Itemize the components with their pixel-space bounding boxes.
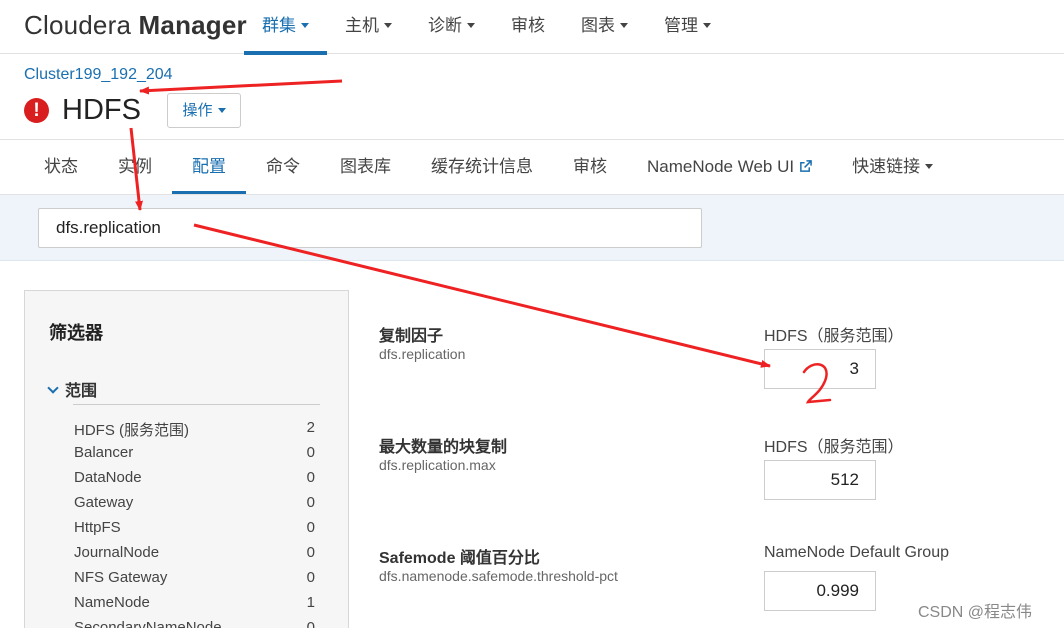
setting-key: dfs.replication xyxy=(379,346,466,362)
tab-quick-links[interactable]: 快速链接 xyxy=(832,140,953,194)
service-tabs: 状态 实例 配置 命令 图表库 缓存统计信息 审核 NameNode Web U… xyxy=(0,139,1064,195)
actions-dropdown-button[interactable]: 操作 xyxy=(167,93,241,128)
nav-diagnostics[interactable]: 诊断 xyxy=(410,0,493,54)
setting-scope: NameNode Default Group xyxy=(764,544,949,561)
scope-filter-nfs-gateway[interactable]: NFS Gateway 0 xyxy=(74,569,315,594)
tab-instances[interactable]: 实例 xyxy=(98,140,172,194)
tab-cache-statistics[interactable]: 缓存统计信息 xyxy=(411,140,553,194)
filters-title: 筛选器 xyxy=(49,323,103,343)
setting-label: Safemode 阈值百分比 xyxy=(379,550,540,567)
setting-dfs-replication: 复制因子 dfs.replication HDFS（服务范围） 3 xyxy=(379,318,1039,418)
cluster-breadcrumb-link[interactable]: Cluster199_192_204 xyxy=(24,66,173,84)
service-name: HDFS xyxy=(62,93,141,126)
search-band: dfs.replication xyxy=(0,195,1064,261)
scope-filter-httpfs[interactable]: HttpFS 0 xyxy=(74,519,315,544)
scope-filter-datanode[interactable]: DataNode 0 xyxy=(74,469,315,494)
filters-panel: 筛选器 范围 HDFS (服务范围) 2 Balancer 0 DataNode 0 … xyxy=(24,290,349,628)
nav-hosts[interactable]: 主机 xyxy=(327,0,410,54)
caret-down-icon xyxy=(384,23,392,29)
setting-label: 最大数量的块复制 xyxy=(379,439,508,456)
tab-status[interactable]: 状态 xyxy=(24,140,98,194)
max-block-replication-input[interactable]: 512 xyxy=(764,460,876,500)
scope-filter-journalnode[interactable]: JournalNode 0 xyxy=(74,544,315,569)
main-nav: 群集 主机 诊断 审核 图表 管理 xyxy=(244,0,729,55)
tab-commands[interactable]: 命令 xyxy=(246,140,320,194)
scope-filter-secondarynamenode[interactable]: SecondaryNameNode 0 xyxy=(74,619,315,628)
setting-label: 复制因子 xyxy=(379,328,444,345)
service-title: ! HDFS xyxy=(24,92,141,128)
scope-filter-gateway[interactable]: Gateway 0 xyxy=(74,494,315,519)
tab-namenode-web-ui[interactable]: NameNode Web UI xyxy=(627,140,832,194)
setting-scope: HDFS（服务范围） xyxy=(764,328,904,345)
replication-factor-input[interactable]: 3 xyxy=(764,349,876,389)
setting-dfs-replication-max: 最大数量的块复制 dfs.replication.max HDFS（服务范围） … xyxy=(379,429,1039,529)
cloudera-manager-logo[interactable]: Cloudera Manager xyxy=(24,10,247,41)
caret-down-icon xyxy=(703,23,711,29)
external-link-icon xyxy=(800,160,812,172)
caret-down-icon xyxy=(217,107,226,113)
tab-configuration[interactable]: 配置 xyxy=(172,140,246,194)
config-search-input[interactable]: dfs.replication xyxy=(38,208,702,248)
caret-down-icon xyxy=(620,23,628,29)
caret-down-icon xyxy=(925,164,934,170)
safemode-threshold-input[interactable]: 0.999 xyxy=(764,571,876,611)
setting-key: dfs.replication.max xyxy=(379,457,496,473)
setting-key: dfs.namenode.safemode.threshold-pct xyxy=(379,568,618,584)
divider xyxy=(73,404,320,405)
caret-down-icon xyxy=(467,23,475,29)
tab-audits[interactable]: 审核 xyxy=(553,140,627,194)
chevron-down-icon xyxy=(47,382,59,394)
nav-audits[interactable]: 审核 xyxy=(493,0,563,54)
nav-clusters[interactable]: 群集 xyxy=(244,0,327,55)
scope-section-toggle[interactable]: 范围 xyxy=(47,377,97,401)
top-navbar: Cloudera Manager 群集 主机 诊断 审核 图表 管理 xyxy=(0,0,1064,55)
nav-administration[interactable]: 管理 xyxy=(646,0,729,54)
tab-chart-library[interactable]: 图表库 xyxy=(320,140,411,194)
caret-down-icon xyxy=(301,23,309,29)
scope-filter-balancer[interactable]: Balancer 0 xyxy=(74,444,315,469)
scope-filter-namenode[interactable]: NameNode 1 xyxy=(74,594,315,619)
scope-filter-list: HDFS (服务范围) 2 Balancer 0 DataNode 0 Gateway… xyxy=(74,419,315,628)
setting-scope: HDFS（服务范围） xyxy=(764,439,904,456)
nav-charts[interactable]: 图表 xyxy=(563,0,646,54)
error-status-icon: ! xyxy=(24,97,49,123)
csdn-watermark: CSDN @程志伟 xyxy=(918,604,1033,621)
scope-filter-hdfs-service[interactable]: HDFS (服务范围) 2 xyxy=(74,419,315,444)
